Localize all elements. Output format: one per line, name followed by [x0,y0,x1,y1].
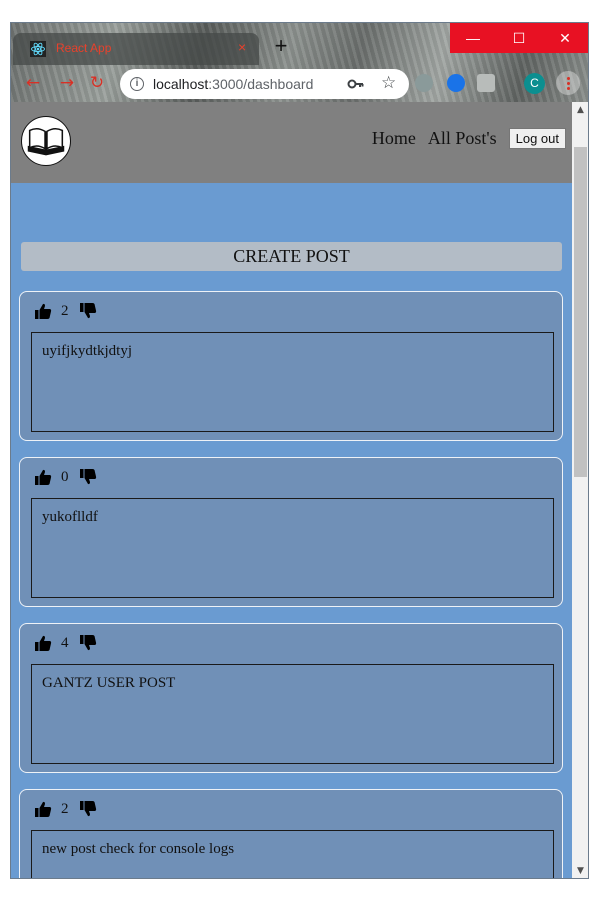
nav-home-link[interactable]: Home [372,128,416,149]
tab-title: React App [56,41,112,55]
extension-icon[interactable] [415,74,433,92]
minimize-button[interactable]: — [450,23,496,53]
vote-row: 0 [34,468,97,486]
browser-toolbar: ← → ↻ i localhost:3000/dashboard ☆ C [11,65,588,102]
scroll-down-arrow-icon[interactable]: ▼ [572,863,588,878]
forward-arrow-icon[interactable]: → [57,73,77,93]
app-header: Home All Post's Log out [11,102,572,183]
post-card: 2 new post check for console logs [19,789,563,878]
post-card: 2 uyifjkydtkjdtyj [19,291,563,441]
bookmark-star-icon[interactable]: ☆ [381,73,396,93]
thumbs-down-icon[interactable] [79,800,97,818]
extension-icon[interactable] [447,74,465,92]
maximize-button[interactable]: ☐ [496,23,542,53]
thumbs-down-icon[interactable] [79,302,97,320]
close-window-button[interactable]: ✕ [542,23,588,53]
like-count: 2 [61,302,69,319]
url-path: :3000/dashboard [208,76,314,92]
tab-close-icon[interactable]: × [238,39,246,55]
logout-button[interactable]: Log out [508,128,566,149]
like-count: 4 [61,634,69,651]
book-logo-icon[interactable] [21,116,71,166]
url-text[interactable]: localhost:3000/dashboard [153,76,313,92]
post-body: new post check for console logs [31,830,554,878]
new-tab-button[interactable]: + [269,35,293,59]
thumbs-down-icon[interactable] [79,634,97,652]
page-viewport: Home All Post's Log out CREATE POST 2 uy… [11,102,572,878]
scroll-up-arrow-icon[interactable]: ▲ [572,102,588,119]
thumbs-up-icon[interactable] [34,302,52,320]
browser-menu-icon[interactable] [556,71,580,95]
scrollbar-thumb[interactable] [574,147,587,477]
profile-avatar[interactable]: C [524,73,545,94]
post-card: 4 GANTZ USER POST [19,623,563,773]
create-post-button[interactable]: CREATE POST [21,242,562,271]
window-controls: — ☐ ✕ [450,23,588,53]
thumbs-up-icon[interactable] [34,800,52,818]
url-host: localhost [153,76,209,92]
vote-row: 2 [34,800,97,818]
browser-window: React App × + — ☐ ✕ ← → ↻ i localhost:30… [10,22,589,879]
reload-icon[interactable]: ↻ [87,73,107,93]
main-nav: Home All Post's Log out [372,128,566,149]
back-arrow-icon[interactable]: ← [23,73,43,93]
post-body: uyifjkydtkjdtyj [31,332,554,432]
address-bar[interactable]: i localhost:3000/dashboard ☆ [120,69,409,99]
thumbs-up-icon[interactable] [34,468,52,486]
post-body: GANTZ USER POST [31,664,554,764]
post-card: 0 yukoflldf [19,457,563,607]
thumbs-up-icon[interactable] [34,634,52,652]
post-body: yukoflldf [31,498,554,598]
thumbs-down-icon[interactable] [79,468,97,486]
like-count: 0 [61,468,69,485]
browser-tab[interactable]: React App × [13,33,259,65]
vote-row: 4 [34,634,97,652]
extension-icon[interactable] [477,74,495,92]
react-logo-icon [30,41,46,57]
like-count: 2 [61,800,69,817]
vote-row: 2 [34,302,97,320]
site-info-icon[interactable]: i [130,77,144,91]
nav-all-posts-link[interactable]: All Post's [428,128,497,149]
key-icon[interactable] [347,76,365,92]
vertical-scrollbar[interactable]: ▲ ▼ [572,102,588,878]
